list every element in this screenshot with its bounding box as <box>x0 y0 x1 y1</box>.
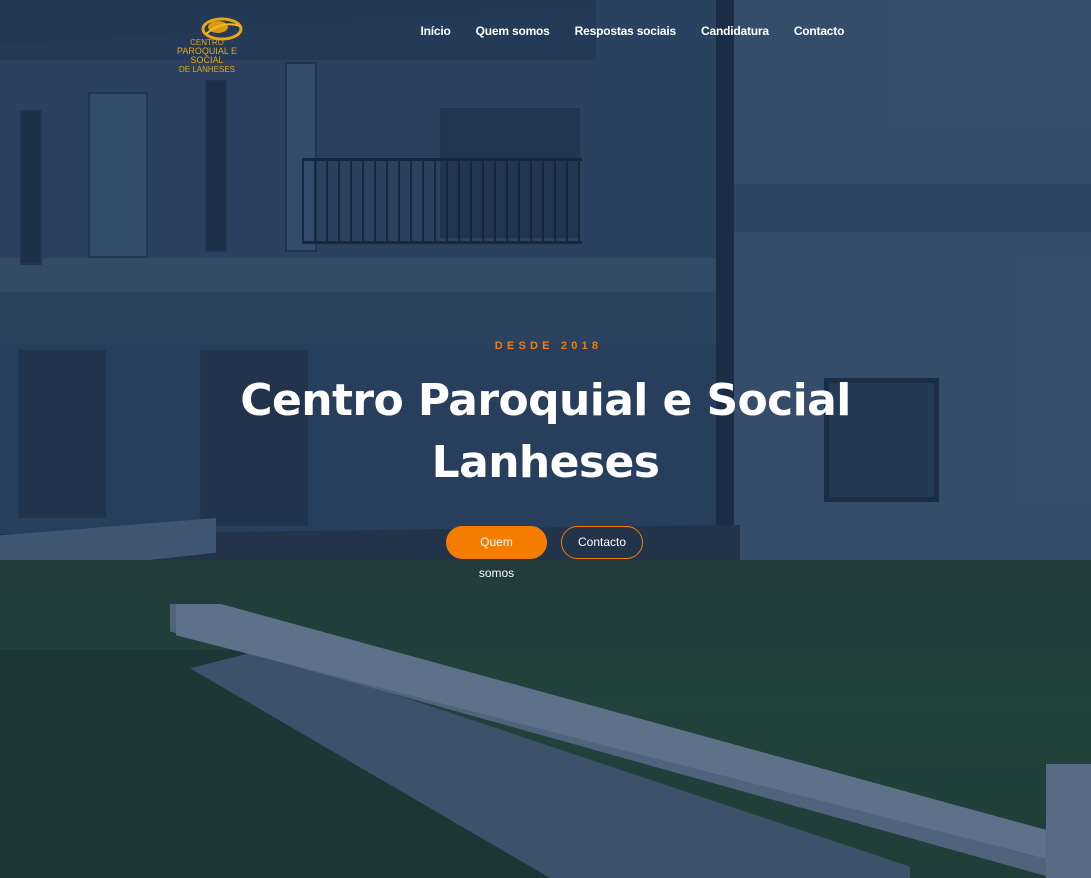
site-header: CENTRO PAROQUIAL E SOCIAL DE LANHESES In… <box>0 0 1091 74</box>
logo-line-3: DE LANHESES <box>178 65 236 74</box>
nav-item-inicio[interactable]: Início <box>408 22 463 40</box>
hero-section: DESDE 2018 Centro Paroquial e Social Lan… <box>0 340 1091 580</box>
hero-title: Centro Paroquial e Social Lanheses <box>0 370 1091 494</box>
nav-item-contacto[interactable]: Contacto <box>781 22 856 40</box>
hero-eyebrow: DESDE 2018 <box>494 340 603 352</box>
logo-text: CENTRO PAROQUIAL E SOCIAL DE LANHESES <box>164 38 250 74</box>
hero-title-line-2: Lanheses <box>431 437 660 488</box>
quem-somos-button[interactable]: Quem somos <box>446 526 547 580</box>
nav-item-candidatura[interactable]: Candidatura <box>689 22 782 40</box>
site-logo[interactable]: CENTRO PAROQUIAL E SOCIAL DE LANHESES <box>164 16 250 74</box>
nav-item-quem-somos[interactable]: Quem somos <box>463 22 562 40</box>
hero-actions: Quem somos Contacto <box>0 526 1091 580</box>
hero-title-line-1: Centro Paroquial e Social <box>240 375 851 426</box>
main-nav: Início Quem somos Respostas sociais Cand… <box>408 22 857 40</box>
logo-line-2: PAROQUIAL E SOCIAL <box>176 46 238 65</box>
contacto-button[interactable]: Contacto <box>561 526 643 559</box>
nav-item-respostas-sociais[interactable]: Respostas sociais <box>562 22 688 40</box>
